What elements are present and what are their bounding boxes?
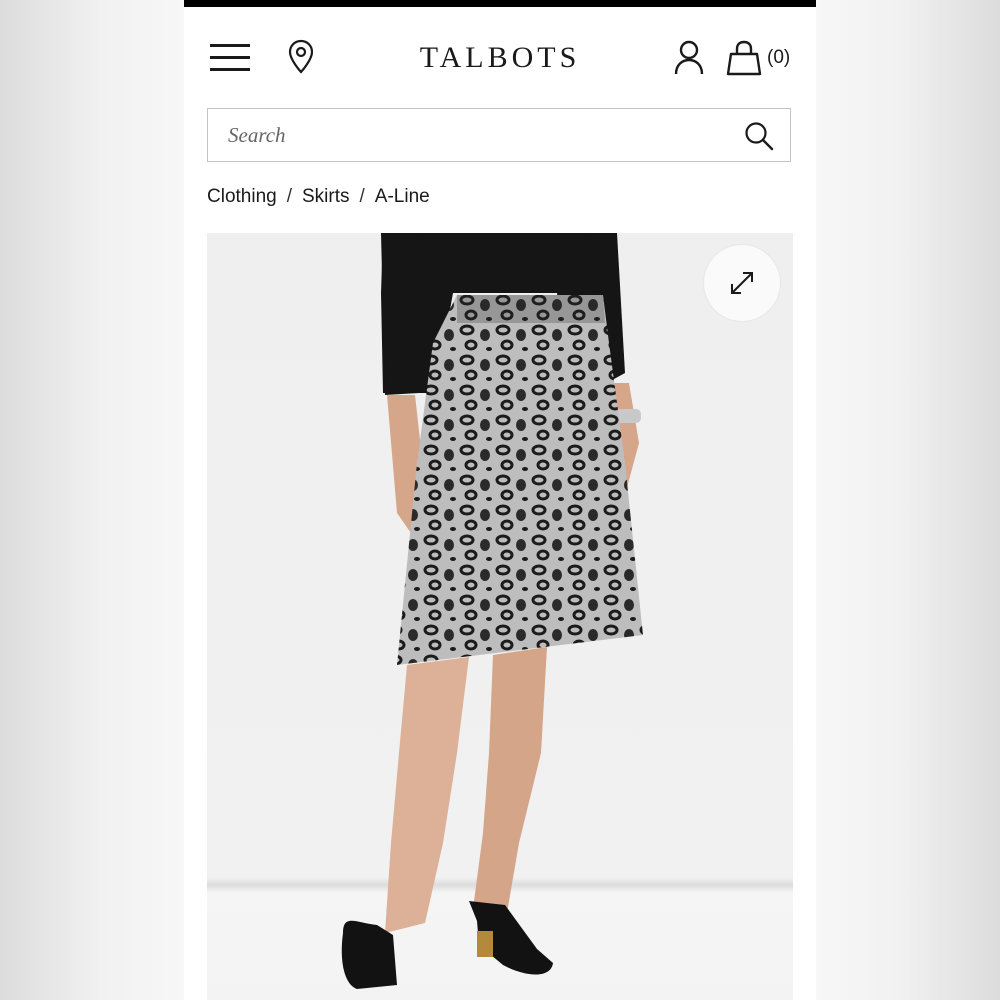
- breadcrumb-item-a-line[interactable]: A-Line: [375, 186, 430, 207]
- site-header: TALBOTS (0): [184, 7, 816, 97]
- search-input[interactable]: [228, 119, 708, 151]
- search-icon[interactable]: [744, 121, 774, 151]
- page: TALBOTS (0) Clothing / Skirts / A-Line: [184, 0, 816, 1000]
- breadcrumb-item-skirts[interactable]: Skirts: [302, 186, 350, 207]
- shopping-bag-icon[interactable]: [726, 40, 762, 76]
- brand-logo[interactable]: TALBOTS: [400, 41, 600, 75]
- product-image[interactable]: [207, 233, 793, 1000]
- breadcrumb-separator: /: [359, 186, 365, 207]
- breadcrumb: Clothing / Skirts / A-Line: [207, 186, 430, 208]
- status-bar: [184, 0, 816, 7]
- user-icon[interactable]: [674, 40, 704, 76]
- search-bar[interactable]: [207, 108, 791, 162]
- hamburger-menu-icon[interactable]: [210, 41, 252, 75]
- expand-image-button[interactable]: [704, 245, 780, 321]
- product-photo: [207, 233, 793, 1000]
- breadcrumb-item-clothing[interactable]: Clothing: [207, 186, 277, 207]
- cart-count[interactable]: (0): [767, 47, 790, 69]
- breadcrumb-separator: /: [286, 186, 292, 207]
- expand-icon: [731, 272, 753, 294]
- map-pin-icon[interactable]: [288, 39, 314, 75]
